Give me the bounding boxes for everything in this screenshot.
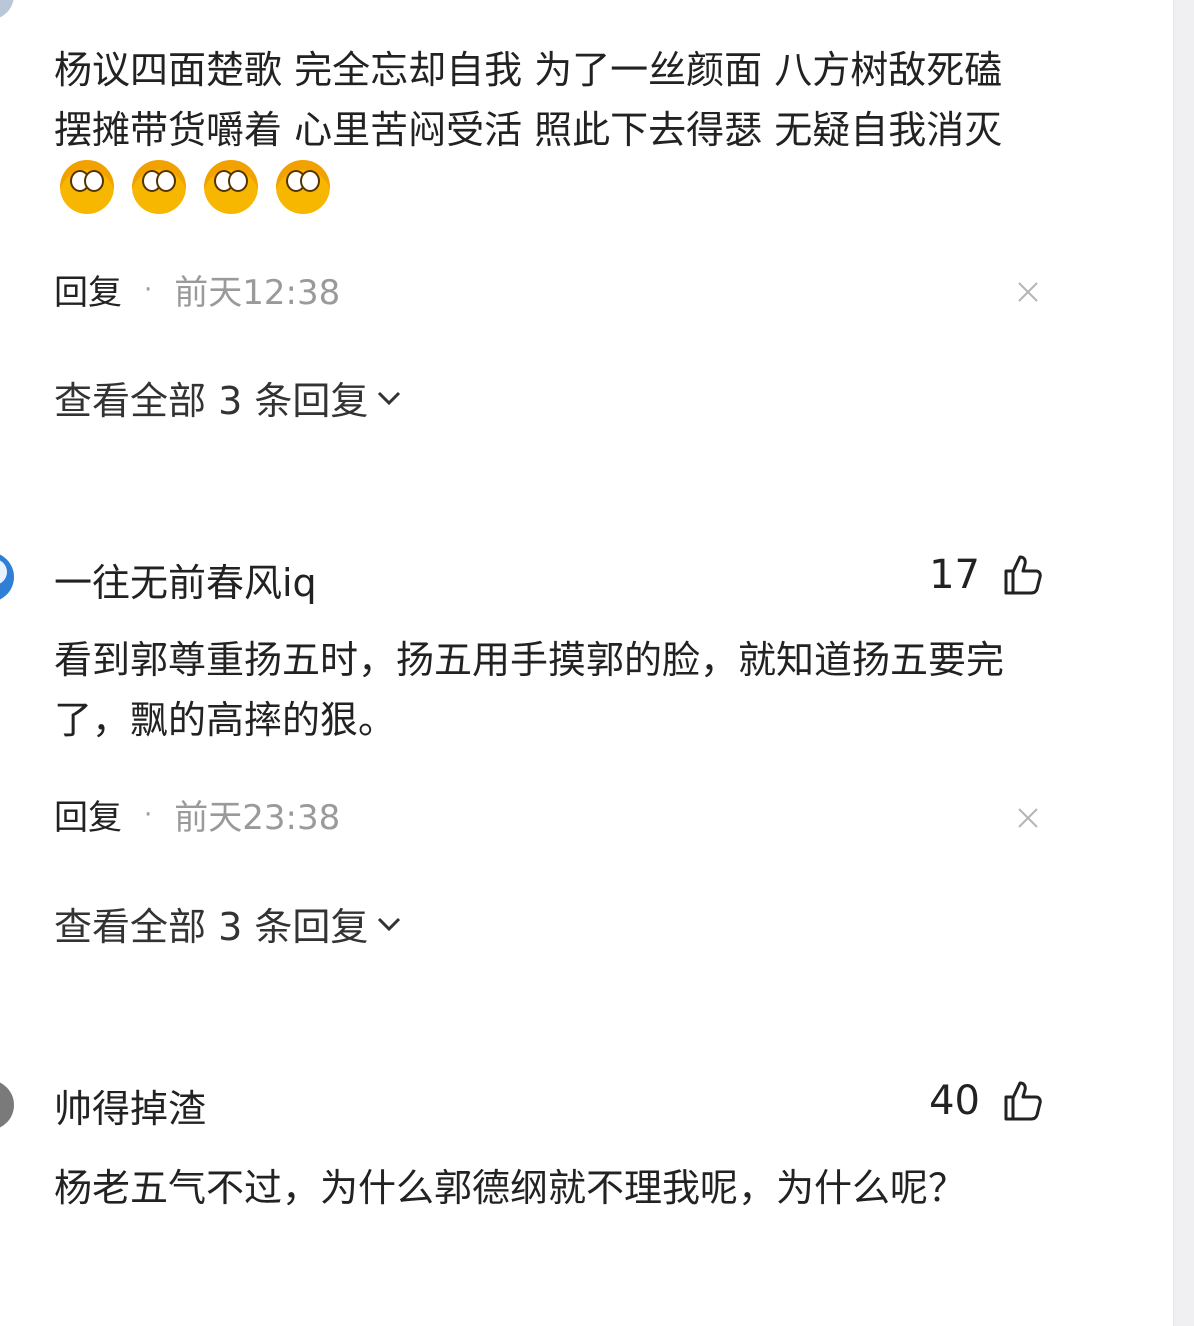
- comment-text: 杨议四面楚歌 完全忘却自我 为了一丝颜面 八方树敌死磕 摆摊带货嚼着 心里苦闷受…: [54, 40, 1044, 221]
- like-button[interactable]: 40: [929, 1078, 1044, 1124]
- username[interactable]: 帅得掉渣: [54, 1078, 206, 1133]
- avatar[interactable]: [0, 1080, 14, 1130]
- peeking-face-emoji-icon: [204, 160, 259, 214]
- reply-button[interactable]: 回复: [54, 790, 122, 839]
- close-icon[interactable]: [1016, 280, 1040, 304]
- view-all-replies-link[interactable]: 查看全部 3 条回复: [54, 370, 404, 425]
- comment-text: 杨老五气不过，为什么郭德纲就不理我呢，为什么呢？: [54, 1166, 967, 1210]
- comment-meta: 回复 · 前天23:38: [54, 790, 340, 839]
- view-all-replies-label: 查看全部 3 条回复: [54, 379, 369, 423]
- peeking-face-emoji-icon: [276, 160, 331, 214]
- comment-time: 前天12:38: [174, 273, 341, 313]
- avatar[interactable]: [0, 0, 14, 20]
- comment-meta: 回复 · 前天12:38: [54, 265, 340, 314]
- scrollbar[interactable]: [1173, 0, 1194, 1326]
- chevron-down-icon: [378, 917, 401, 931]
- close-icon[interactable]: [1016, 806, 1040, 830]
- thumbs-up-icon: [1004, 1081, 1042, 1121]
- comment-time: 前天23:38: [174, 798, 341, 838]
- view-all-replies-label: 查看全部 3 条回复: [54, 905, 369, 949]
- like-count: 17: [929, 552, 980, 598]
- like-count: 40: [929, 1078, 980, 1124]
- like-button[interactable]: 17: [929, 552, 1044, 598]
- separator-dot: ·: [144, 274, 153, 305]
- peeking-face-emoji-icon: [60, 160, 114, 214]
- separator-dot: ·: [144, 799, 153, 830]
- avatar[interactable]: [0, 552, 14, 602]
- comment-text: 看到郭尊重扬五时，扬五用手摸郭的脸，就知道扬五要完了，飘的高摔的狠。: [54, 638, 1005, 742]
- chevron-down-icon: [378, 391, 401, 405]
- username[interactable]: 一往无前春风iq: [54, 552, 317, 607]
- reply-button[interactable]: 回复: [54, 265, 122, 314]
- peeking-face-emoji-icon: [132, 160, 187, 214]
- thumbs-up-icon: [1004, 555, 1042, 595]
- view-all-replies-link[interactable]: 查看全部 3 条回复: [54, 896, 404, 951]
